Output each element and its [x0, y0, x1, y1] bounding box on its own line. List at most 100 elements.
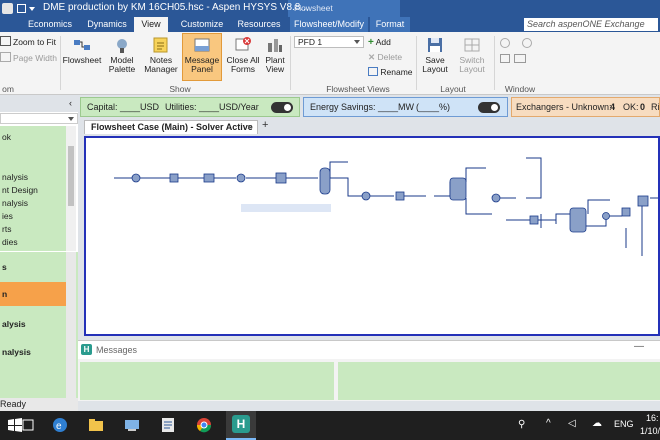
save-quick-icon[interactable]: [17, 4, 26, 13]
flowsheet-canvas[interactable]: [84, 136, 660, 336]
volume-icon[interactable]: ◁: [568, 418, 576, 429]
network-drive-icon[interactable]: [122, 415, 142, 435]
exchangers-label: Exchangers - Unknown:: [516, 102, 612, 112]
nav-tree-item[interactable]: nalysis: [2, 172, 28, 182]
plant-view-button[interactable]: Plant View: [262, 34, 288, 74]
task-view-icon[interactable]: [18, 415, 38, 435]
tab-format[interactable]: Format: [370, 17, 410, 32]
show-group-label: Show: [169, 84, 191, 94]
chevron-up-icon[interactable]: ^: [546, 418, 551, 429]
process-flow-diagram[interactable]: [86, 138, 658, 334]
nav-tree-item[interactable]: nt Design: [2, 185, 38, 195]
file-explorer-icon[interactable]: [86, 415, 106, 435]
window-back-icon[interactable]: [500, 38, 510, 48]
chevron-down-icon: [354, 40, 360, 44]
pump-symbol-2: [621, 207, 631, 217]
dropdown-quick-icon[interactable]: [29, 7, 35, 11]
nav-tree-item[interactable]: dies: [2, 237, 18, 247]
navigation-pane: ‹ ok nalysis nt Design nalysis ies rts d…: [0, 95, 78, 398]
nav-section-active[interactable]: n: [0, 282, 76, 306]
clock-time[interactable]: 16:: [646, 413, 659, 423]
title-bar: DME production by KM 16CH05.hsc - Aspen …: [0, 0, 660, 17]
utilities-cost: Utilities: ____USD/Year: [165, 102, 259, 112]
nav-section-item[interactable]: alysis: [2, 319, 26, 329]
tab-flowsheet-modify[interactable]: Flowsheet/Modify: [290, 17, 368, 32]
energy-toggle[interactable]: [478, 102, 500, 113]
valve-symbol-2: [395, 191, 405, 201]
message-panel-button[interactable]: Message Panel: [182, 33, 222, 81]
column-symbol-2: [569, 207, 587, 233]
scroll-thumb[interactable]: [68, 146, 74, 206]
model-palette-button[interactable]: Model Palette: [103, 34, 141, 74]
page-width-button[interactable]: Page Width: [0, 52, 57, 64]
new-tab-button[interactable]: +: [262, 119, 268, 131]
reactor-symbol: [319, 167, 331, 195]
delete-x-icon: ✕: [368, 52, 376, 62]
section-scrollbar[interactable]: [66, 252, 76, 398]
onedrive-icon[interactable]: ☁: [592, 418, 602, 429]
tab-dynamics[interactable]: Dynamics: [82, 17, 132, 32]
flowsheet-button[interactable]: Flowsheet: [62, 34, 102, 65]
edge-icon[interactable]: e: [50, 415, 70, 435]
notes-icon: [153, 37, 168, 53]
messages-right-pane[interactable]: [338, 362, 660, 400]
hysys-app-icon: H: [232, 415, 250, 433]
cascade-icon[interactable]: [500, 54, 510, 63]
economics-toggle[interactable]: [271, 102, 293, 113]
switch-layout-button[interactable]: Switch Layout: [454, 34, 490, 74]
flowsheet-icon: [74, 40, 90, 50]
close-tab-icon[interactable]: ×: [247, 122, 252, 132]
tab-home-partial[interactable]: [0, 17, 22, 32]
rename-pfd-button[interactable]: Rename: [368, 66, 413, 78]
nav-search[interactable]: [0, 113, 78, 124]
save-layout-button[interactable]: Save Layout: [420, 34, 450, 74]
nav-section-item[interactable]: nalysis: [2, 347, 31, 357]
close-forms-icon: [235, 37, 251, 51]
add-pfd-button[interactable]: + Add: [368, 36, 391, 48]
status-bar: Ready: [0, 398, 78, 411]
nav-tree-item[interactable]: rts: [2, 224, 11, 234]
nav-scrollbar[interactable]: [66, 126, 76, 251]
group-separator: [60, 36, 61, 90]
analysis-bar: Capital: ____USD Utilities: ____USD/Year…: [80, 95, 660, 119]
chrome-icon[interactable]: [194, 415, 214, 435]
capital-cost: Capital: ____USD: [87, 102, 160, 112]
people-icon[interactable]: ⚲: [518, 419, 525, 430]
messages-title: Messages: [96, 345, 138, 355]
flowsheet-doc-tab[interactable]: Flowsheet Case (Main) - Solver Active ×: [84, 120, 258, 134]
tab-view[interactable]: View: [134, 17, 168, 32]
tile-icon[interactable]: [514, 54, 526, 63]
pfd-select[interactable]: PFD 1: [294, 36, 364, 48]
ribbon: Zoom to Fit Page Width om Flowsheet Mode…: [0, 32, 660, 95]
nav-tree-item[interactable]: nalysis: [2, 198, 28, 208]
energy-savings: Energy Savings: ____MW: [310, 102, 415, 112]
notes-manager-button[interactable]: Notes Manager: [142, 34, 180, 74]
plant-view-icon: [268, 39, 282, 52]
notes-app-icon[interactable]: [158, 415, 178, 435]
search-input[interactable]: Search aspenONE Exchange: [524, 18, 658, 31]
zoom-fit-icon: [0, 36, 11, 46]
collapse-nav-icon[interactable]: ‹: [69, 98, 72, 108]
delete-pfd-button[interactable]: ✕ Delete: [368, 51, 402, 63]
clock-date[interactable]: 1/10/: [640, 426, 660, 436]
close-all-forms-button[interactable]: Close All Forms: [224, 34, 262, 74]
minimize-messages-icon[interactable]: —: [634, 341, 644, 352]
zoom-to-fit-button[interactable]: Zoom to Fit: [0, 36, 56, 48]
nav-tree: ok nalysis nt Design nalysis ies rts die…: [0, 126, 66, 251]
valve-symbol-3: [529, 215, 539, 225]
cooler-symbol-3: [602, 212, 610, 220]
exchangers-panel: Exchangers - Unknown: 4 OK: 0 Ri: [511, 97, 660, 117]
tab-customize[interactable]: Customize: [174, 17, 230, 32]
window-forward-icon[interactable]: [522, 38, 532, 48]
hysys-taskbar-button[interactable]: H: [226, 411, 256, 440]
app-icon[interactable]: [2, 3, 13, 14]
tab-economics[interactable]: Economics: [24, 17, 76, 32]
nav-tree-item[interactable]: ok: [2, 132, 11, 142]
nav-sections: s n alysis nalysis: [0, 252, 78, 398]
nav-section-item[interactable]: s: [2, 262, 7, 272]
nav-tree-item[interactable]: ies: [2, 211, 13, 221]
language-indicator[interactable]: ENG: [614, 419, 634, 429]
model-palette-icon: [117, 39, 127, 53]
messages-left-pane[interactable]: [80, 362, 334, 400]
tab-resources[interactable]: Resources: [234, 17, 284, 32]
